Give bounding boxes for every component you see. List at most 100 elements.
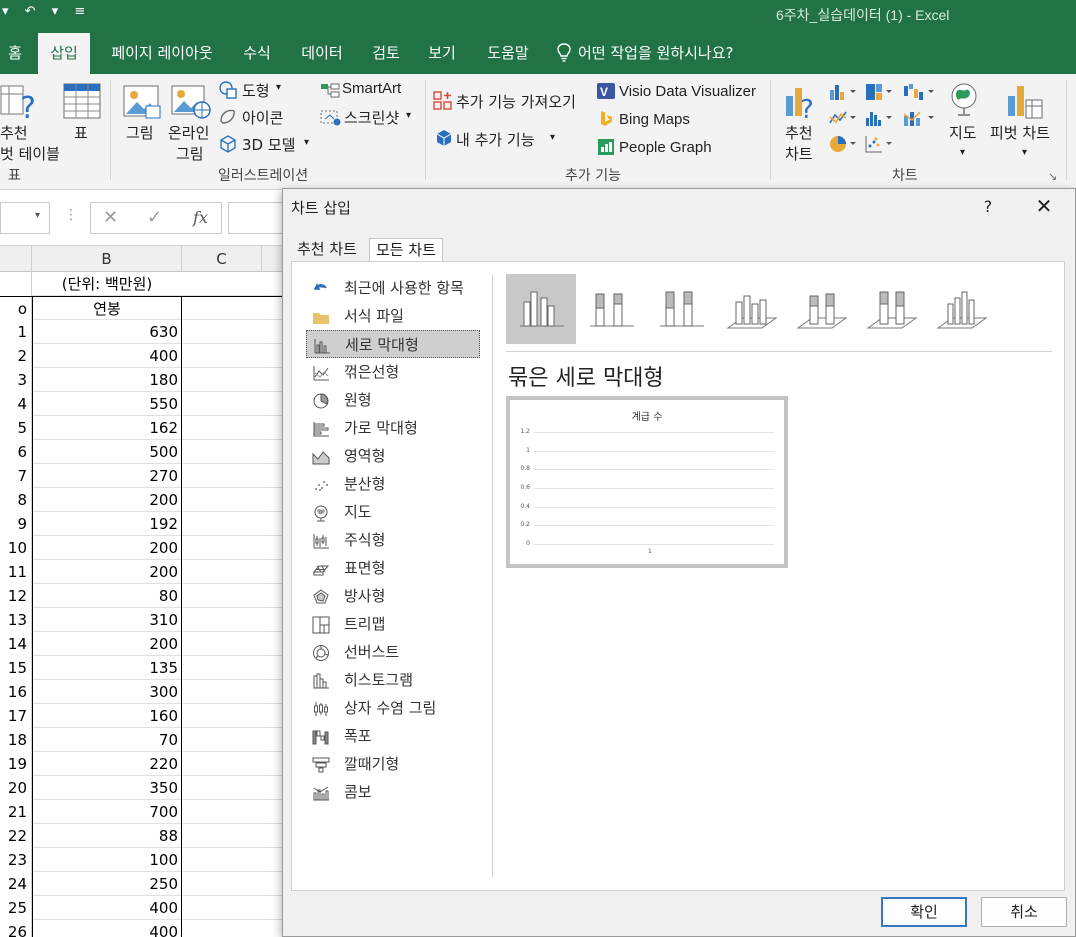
row-number[interactable]: 1	[0, 320, 32, 344]
row-number[interactable]: 11	[0, 560, 32, 584]
smartart-button[interactable]: SmartArt	[342, 80, 401, 97]
recommended-charts-button[interactable]: 추천	[785, 122, 813, 143]
row-number[interactable]: 26	[0, 920, 32, 937]
people-graph-button[interactable]: People Graph	[619, 139, 712, 156]
column-chart-dropdown-icon[interactable]	[828, 82, 858, 102]
chart-type-item[interactable]: 세로 막대형	[306, 330, 480, 358]
chart-preview[interactable]: 계급 수 1.2 1 0.8 0.6 0.4 0.2 0 1	[506, 396, 788, 568]
tab-all-charts[interactable]: 모든 차트	[369, 238, 443, 262]
row-number[interactable]: 2	[0, 344, 32, 368]
row-number[interactable]: 12	[0, 584, 32, 608]
subtype-clustered-column[interactable]	[506, 274, 576, 344]
chart-type-item[interactable]: 지도	[306, 498, 480, 526]
3d-models-button[interactable]: 3D 모델	[242, 134, 295, 155]
tab-formulas[interactable]: 수식	[236, 30, 278, 74]
help-button[interactable]: ?	[981, 197, 995, 216]
row-number[interactable]: 17	[0, 704, 32, 728]
formula-input[interactable]	[228, 202, 288, 234]
salary-cell[interactable]: 88	[32, 824, 182, 848]
column-header-b[interactable]: B	[32, 246, 182, 272]
salary-cell[interactable]: 80	[32, 584, 182, 608]
salary-cell[interactable]: 500	[32, 440, 182, 464]
row-number[interactable]: 3	[0, 368, 32, 392]
dialog-launcher-icon[interactable]: ↘	[1048, 170, 1057, 183]
row-number[interactable]: 16	[0, 680, 32, 704]
tab-review[interactable]: 검토	[364, 30, 408, 74]
maps-button[interactable]: 지도	[949, 122, 977, 143]
chart-type-item[interactable]: 꺾은선형	[306, 358, 480, 386]
salary-cell[interactable]: 400	[32, 344, 182, 368]
salary-cell[interactable]: 400	[32, 896, 182, 920]
chart-type-item[interactable]: 주식형	[306, 526, 480, 554]
row-number[interactable]: o	[0, 297, 32, 321]
salary-cell[interactable]: 100	[32, 848, 182, 872]
row-number[interactable]: 22	[0, 824, 32, 848]
chart-type-item[interactable]: 영역형	[306, 442, 480, 470]
salary-cell[interactable]: 200	[32, 536, 182, 560]
chart-type-item[interactable]: 최근에 사용한 항목	[306, 274, 480, 302]
row-number[interactable]: 5	[0, 416, 32, 440]
subtype-3d-column[interactable]	[926, 274, 996, 344]
chart-type-item[interactable]: 상자 수염 그림	[306, 694, 480, 722]
table-button[interactable]: 표	[74, 122, 88, 143]
column-header-c[interactable]: C	[182, 246, 262, 272]
chart-type-item[interactable]: 트리맵	[306, 610, 480, 638]
salary-cell[interactable]: 550	[32, 392, 182, 416]
chart-type-item[interactable]: 표면형	[306, 554, 480, 582]
shapes-button[interactable]: 도형	[242, 80, 270, 101]
salary-cell[interactable]: 400	[32, 920, 182, 937]
tab-insert[interactable]: 삽입	[38, 30, 90, 74]
bing-maps-button[interactable]: Bing Maps	[619, 111, 690, 128]
salary-cell[interactable]: 200	[32, 560, 182, 584]
salary-cell[interactable]: 162	[32, 416, 182, 440]
chart-type-item[interactable]: 서식 파일	[306, 302, 480, 330]
picture-button[interactable]: 그림	[126, 122, 154, 143]
row-number[interactable]: 21	[0, 800, 32, 824]
close-icon[interactable]: ✕	[1033, 195, 1055, 217]
row-number[interactable]: 23	[0, 848, 32, 872]
pie-chart-dropdown-icon[interactable]	[828, 134, 858, 154]
icons-button[interactable]: 아이콘	[242, 107, 283, 128]
salary-cell[interactable]: 700	[32, 800, 182, 824]
row-number[interactable]: 6	[0, 440, 32, 464]
row-number[interactable]: 25	[0, 896, 32, 920]
chart-type-item[interactable]: 가로 막대형	[306, 414, 480, 442]
salary-cell[interactable]: 135	[32, 656, 182, 680]
row-number[interactable]: 19	[0, 752, 32, 776]
chart-type-item[interactable]: 방사형	[306, 582, 480, 610]
cancel-button[interactable]: 취소	[981, 897, 1067, 927]
quick-access-toolbar[interactable]: ▾ ↶ ▾ ≡	[2, 4, 91, 19]
tab-data[interactable]: 데이터	[292, 30, 352, 74]
salary-cell[interactable]: 250	[32, 872, 182, 896]
subtype-3d-clustered-column[interactable]	[716, 274, 786, 344]
chart-type-item[interactable]: 분산형	[306, 470, 480, 498]
row-number[interactable]: 18	[0, 728, 32, 752]
salary-cell[interactable]: 630	[32, 320, 182, 344]
row-number[interactable]: 24	[0, 872, 32, 896]
subtype-100-stacked-column[interactable]	[646, 274, 716, 344]
row-number[interactable]: 10	[0, 536, 32, 560]
salary-cell[interactable]: 180	[32, 368, 182, 392]
waterfall-chart-dropdown-icon[interactable]	[902, 82, 936, 102]
tab-help[interactable]: 도움말	[478, 30, 538, 74]
row-number[interactable]: 20	[0, 776, 32, 800]
subtype-3d-100-stacked-column[interactable]	[856, 274, 926, 344]
subtype-stacked-column[interactable]	[576, 274, 646, 344]
row-header-corner[interactable]	[0, 246, 32, 272]
scatter-chart-dropdown-icon[interactable]	[864, 134, 894, 154]
salary-cell[interactable]: 270	[32, 464, 182, 488]
unit-note-cell[interactable]: (단위: 백만원)	[32, 272, 182, 296]
row-number[interactable]: 14	[0, 632, 32, 656]
salary-cell[interactable]: 220	[32, 752, 182, 776]
tell-me-search[interactable]: 어떤 작업을 원하시나요?	[552, 30, 752, 74]
row-number[interactable]: 4	[0, 392, 32, 416]
row-number[interactable]: 8	[0, 488, 32, 512]
salary-cell[interactable]: 310	[32, 608, 182, 632]
visio-button[interactable]: Visio Data Visualizer	[619, 83, 756, 100]
name-box[interactable]: ▾	[0, 202, 50, 234]
row-number[interactable]: 15	[0, 656, 32, 680]
tab-view[interactable]: 보기	[420, 30, 464, 74]
ok-button[interactable]: 확인	[881, 897, 967, 927]
subtype-3d-stacked-column[interactable]	[786, 274, 856, 344]
salary-cell[interactable]: 300	[32, 680, 182, 704]
